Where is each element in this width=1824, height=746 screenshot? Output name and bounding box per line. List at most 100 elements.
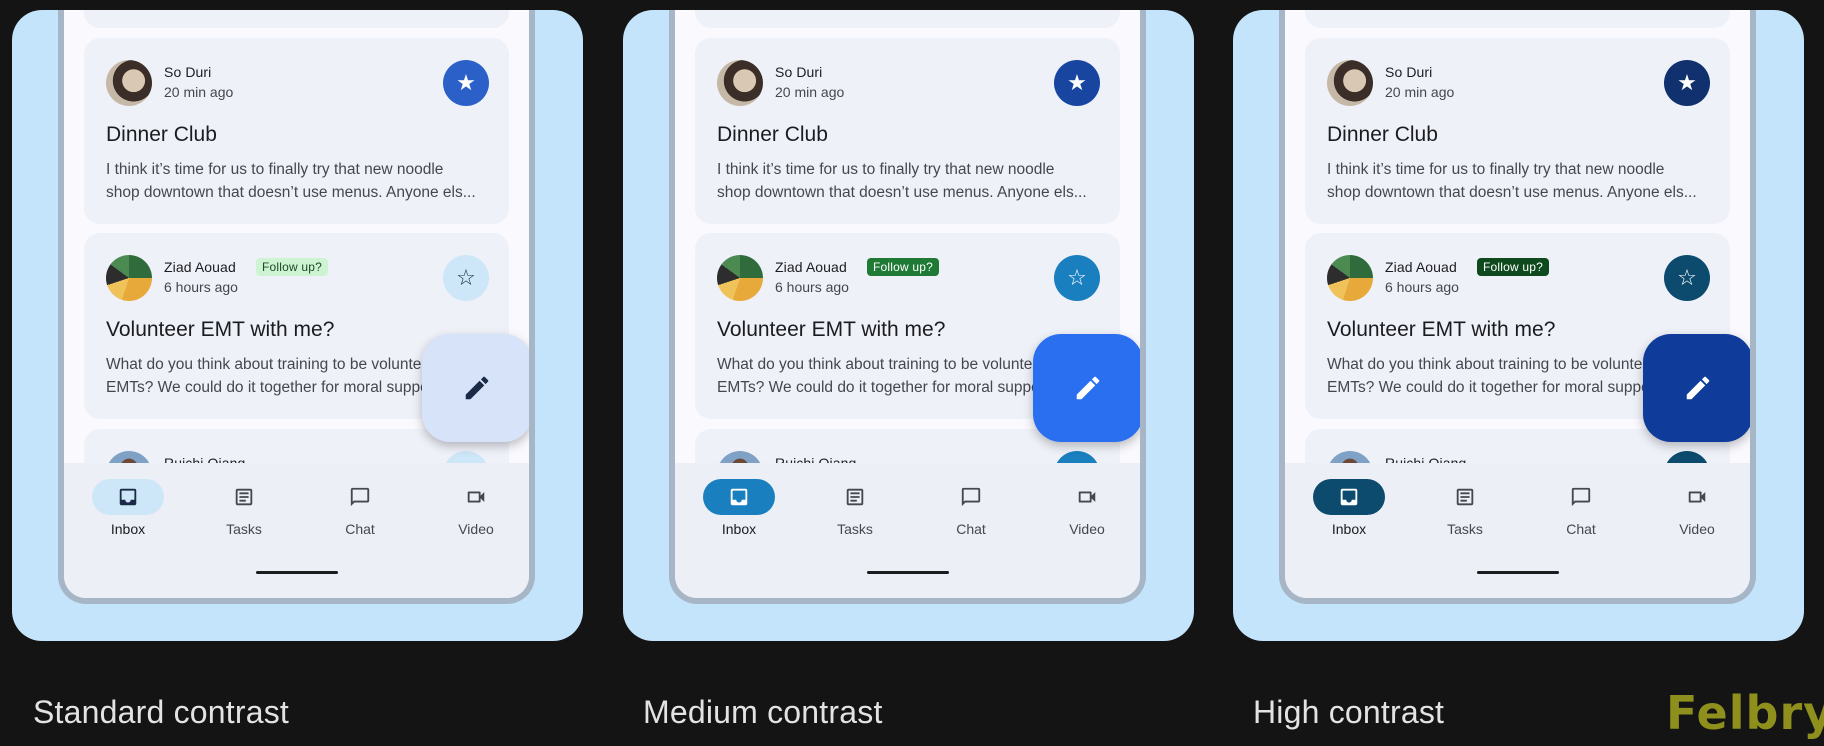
email-preview-line: shop downtown that doesn’t use menus. An… [1327,184,1697,201]
gesture-handle [1476,571,1559,574]
chat-icon [324,479,396,515]
email-card-partial[interactable] [84,10,509,28]
nav-label: Video [1069,521,1105,537]
inbox-icon [1313,479,1385,515]
email-card-partial[interactable] [1305,10,1730,28]
bottom-navigation-bar: Inbox Tasks Chat Video [1285,463,1750,598]
inbox-icon [703,479,775,515]
nav-item-inbox[interactable]: Inbox [681,479,797,537]
nav-label: Tasks [1447,521,1483,537]
tasks-icon [819,479,891,515]
email-preview: I think it’s time for us to finally try … [717,158,1107,204]
follow-up-badge: Follow up? [256,258,329,276]
email-subject: Volunteer EMT with me? [1327,318,1556,341]
compose-fab-button[interactable] [1033,334,1140,442]
email-subject: Dinner Club [1327,123,1438,146]
nav-label: Tasks [226,521,262,537]
email-time: 6 hours ago [1385,279,1459,295]
compose-fab-button[interactable] [422,334,529,442]
nav-item-video[interactable]: Video [418,479,529,537]
email-subject: Dinner Club [106,123,217,146]
nav-label: Inbox [721,521,757,537]
nav-label: Inbox [1331,521,1367,537]
phone-screen: So Duri 20 min ago ★ Dinner Club I think … [64,10,529,598]
email-time: 20 min ago [164,84,234,100]
sender-name: So Duri [1385,64,1433,80]
bottom-navigation-bar: Inbox Tasks Chat Video [64,463,529,598]
avatar [106,255,152,301]
email-subject: Dinner Club [717,123,828,146]
phone-frame: So Duri 20 min ago ★ Dinner Club I think … [58,10,535,604]
email-card[interactable]: So Duri 20 min ago ★ Dinner Club I think … [84,38,509,224]
email-preview-line: I think it’s time for us to finally try … [1327,161,1665,178]
star-outline-icon[interactable]: ☆ [1664,255,1710,301]
contrast-panel: So Duri 20 min ago ★ Dinner Club I think … [623,10,1194,641]
email-preview-line: I think it’s time for us to finally try … [106,161,444,178]
nav-item-chat[interactable]: Chat [302,479,418,537]
star-outline-icon[interactable]: ☆ [1054,255,1100,301]
email-card[interactable]: So Duri 20 min ago ★ Dinner Club I think … [1305,38,1730,224]
nav-item-video[interactable]: Video [1029,479,1140,537]
nav-item-chat[interactable]: Chat [1523,479,1639,537]
avatar [1327,60,1373,106]
email-subject: Volunteer EMT with me? [717,318,946,341]
nav-label: Video [1679,521,1715,537]
nav-label: Inbox [110,521,146,537]
sender-name: Ziad Aouad [164,259,236,275]
phone-frame: So Duri 20 min ago ★ Dinner Club I think … [669,10,1146,604]
email-preview-line: I think it’s time for us to finally try … [717,161,1055,178]
phone-screen: So Duri 20 min ago ★ Dinner Club I think … [675,10,1140,598]
star-filled-icon[interactable]: ★ [1664,60,1710,106]
video-icon [1661,479,1733,515]
nav-item-inbox[interactable]: Inbox [70,479,186,537]
nav-item-inbox[interactable]: Inbox [1291,479,1407,537]
follow-up-badge: Follow up? [867,258,940,276]
email-preview: I think it’s time for us to finally try … [106,158,496,204]
chat-icon [935,479,1007,515]
compose-fab-button[interactable] [1643,334,1750,442]
sender-name: So Duri [775,64,823,80]
nav-item-tasks[interactable]: Tasks [1407,479,1523,537]
phone-screen: So Duri 20 min ago ★ Dinner Club I think … [1285,10,1750,598]
star-filled-icon[interactable]: ★ [1054,60,1100,106]
email-subject: Volunteer EMT with me? [106,318,335,341]
tasks-icon [1429,479,1501,515]
avatar [106,60,152,106]
avatar [1327,255,1373,301]
caption-medium-contrast: Medium contrast [643,694,883,730]
video-icon [440,479,512,515]
email-preview: I think it’s time for us to finally try … [1327,158,1717,204]
star-outline-icon[interactable]: ☆ [443,255,489,301]
nav-item-chat[interactable]: Chat [913,479,1029,537]
star-filled-icon[interactable]: ★ [443,60,489,106]
avatar [717,255,763,301]
chat-icon [1545,479,1617,515]
nav-label: Video [458,521,494,537]
gesture-handle [255,571,338,574]
avatar [717,60,763,106]
sender-name: Ziad Aouad [775,259,847,275]
email-card-partial[interactable] [695,10,1120,28]
nav-item-video[interactable]: Video [1639,479,1750,537]
email-time: 20 min ago [775,84,845,100]
sender-name: So Duri [164,64,212,80]
inbox-icon [92,479,164,515]
pencil-icon [462,373,492,403]
brand-logo: Felbry [1666,686,1824,740]
sender-name: Ziad Aouad [1385,259,1457,275]
nav-label: Tasks [837,521,873,537]
nav-label: Chat [1566,521,1596,537]
video-icon [1051,479,1123,515]
nav-label: Chat [956,521,986,537]
pencil-icon [1683,373,1713,403]
pencil-icon [1073,373,1103,403]
contrast-panel: So Duri 20 min ago ★ Dinner Club I think … [1233,10,1804,641]
phone-frame: So Duri 20 min ago ★ Dinner Club I think … [1279,10,1756,604]
nav-item-tasks[interactable]: Tasks [797,479,913,537]
email-time: 20 min ago [1385,84,1455,100]
email-card[interactable]: So Duri 20 min ago ★ Dinner Club I think … [695,38,1120,224]
email-time: 6 hours ago [164,279,238,295]
nav-item-tasks[interactable]: Tasks [186,479,302,537]
gesture-handle [866,571,949,574]
email-time: 6 hours ago [775,279,849,295]
